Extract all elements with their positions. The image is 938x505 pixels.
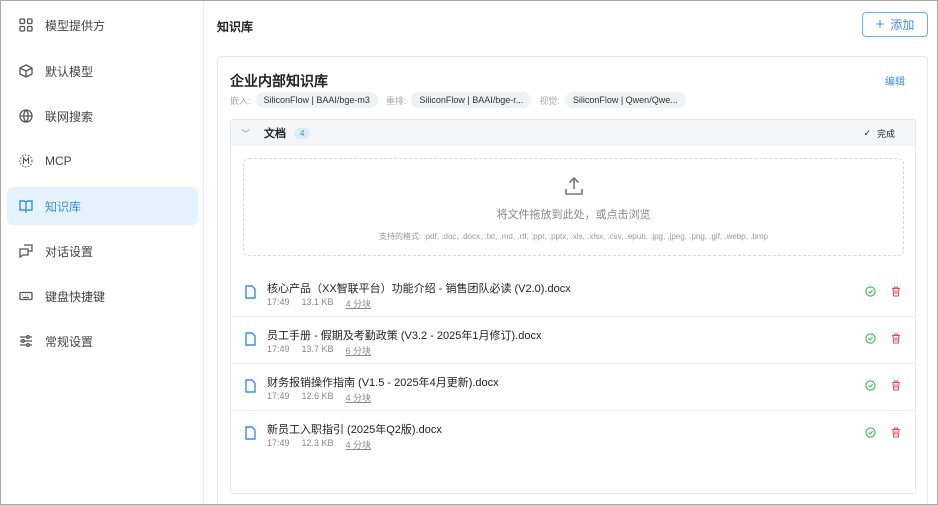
file-row: 新员工入职指引 (2025年Q2版).docx 17:49 12.3 KB 4 分块 xyxy=(231,411,915,458)
check-circle-icon xyxy=(865,380,876,391)
sliders-icon xyxy=(20,335,32,347)
documents-title: 文档 xyxy=(264,128,287,140)
file-chunks-link[interactable]: 4 分块 xyxy=(346,438,372,451)
sidebar-item-model-providers[interactable]: 模型提供方 xyxy=(7,6,198,44)
add-label: 添加 xyxy=(890,18,915,32)
file-icon xyxy=(245,332,256,346)
sidebar-item-label: MCP xyxy=(45,154,72,168)
chevron-down-icon[interactable]: ﹀ xyxy=(241,127,250,140)
plus-icon: + xyxy=(875,16,885,33)
trash-icon[interactable] xyxy=(891,286,901,297)
file-row: 财务报销操作指南 (V1.5 - 2025年4月更新).docx 17:49 12… xyxy=(231,364,915,411)
trash-icon[interactable] xyxy=(891,427,901,438)
file-name[interactable]: 财务报销操作指南 (V1.5 - 2025年4月更新).docx xyxy=(267,374,499,390)
file-name[interactable]: 核心产品（XX智联平台）功能介绍 - 销售团队必读 (V2.0).docx xyxy=(267,280,571,296)
sidebar-item-label: 联网搜索 xyxy=(45,109,94,124)
dropzone-text: 将文件拖放到此处，或点击浏览 xyxy=(496,209,651,221)
file-time: 17:49 xyxy=(267,344,290,354)
check-icon: ✓ xyxy=(863,127,871,138)
check-circle-icon xyxy=(865,286,876,297)
cube-icon xyxy=(19,64,33,78)
sidebar-item-knowledge-base[interactable]: 知识库 xyxy=(7,187,198,225)
file-row: 核心产品（XX智联平台）功能介绍 - 销售团队必读 (V2.0).docx 17… xyxy=(231,270,915,317)
file-icon xyxy=(245,426,256,440)
sidebar-item-label: 知识库 xyxy=(45,199,82,214)
file-time: 17:49 xyxy=(267,438,290,448)
file-time: 17:49 xyxy=(267,297,290,307)
sidebar-item-label: 对话设置 xyxy=(45,244,94,259)
rerank-model-tag: SiliconFlow | BAAI/bge-r... xyxy=(411,92,532,108)
globe-icon xyxy=(19,109,33,123)
file-size: 12.3 KB xyxy=(301,438,334,448)
sidebar-item-chat-settings[interactable]: 对话设置 xyxy=(7,232,198,270)
sidebar-item-general-settings[interactable]: 常规设置 xyxy=(7,322,198,360)
mcp-icon xyxy=(19,154,33,168)
sidebar-item-label: 键盘快捷键 xyxy=(45,289,106,304)
file-chunks-link[interactable]: 4 分块 xyxy=(346,391,372,404)
file-row: 员工手册 - 假期及考勤政策 (V3.2 - 2025年1月修订).docx 1… xyxy=(231,317,915,364)
rerank-label: 重排: xyxy=(385,95,407,106)
sidebar-item-web-search[interactable]: 联网搜索 xyxy=(7,97,198,135)
add-button[interactable]: + 添加 xyxy=(862,12,928,37)
file-icon xyxy=(245,285,256,299)
sidebar-item-keyboard-shortcuts[interactable]: 键盘快捷键 xyxy=(7,277,198,315)
file-name[interactable]: 员工手册 - 假期及考勤政策 (V3.2 - 2025年1月修订).docx xyxy=(267,327,541,343)
sidebar-item-label: 模型提供方 xyxy=(45,18,106,33)
file-chunks-link[interactable]: 4 分块 xyxy=(346,297,372,310)
done-label: 完成 xyxy=(876,128,895,139)
documents-header[interactable]: ﹀ 文档 4 ✓ 完成 xyxy=(231,120,915,146)
vision-label: 视觉: xyxy=(539,95,560,106)
sidebar-item-label: 默认模型 xyxy=(45,64,94,79)
file-size: 12.6 KB xyxy=(301,391,334,401)
file-name[interactable]: 新员工入职指引 (2025年Q2版).docx xyxy=(267,421,442,437)
model-tags: 嵌入: SiliconFlow | BAAI/bge-m3 重排: Silico… xyxy=(230,92,694,108)
check-circle-icon xyxy=(865,333,876,344)
file-time: 17:49 xyxy=(267,391,290,401)
trash-icon[interactable] xyxy=(891,333,901,344)
settings-window: 模型提供方 默认模型 联网搜索 MCP 知识库 对话设置 键盘快捷键 常规设置 … xyxy=(0,0,938,505)
supported-formats: 支持的格式: .pdf, .doc, .docx, .txt, .md, .rt… xyxy=(379,232,768,241)
edit-button[interactable]: 编辑 xyxy=(885,73,905,88)
sidebar-item-default-model[interactable]: 默认模型 xyxy=(7,52,198,90)
grid-icon xyxy=(19,18,33,32)
file-dropzone[interactable]: 将文件拖放到此处，或点击浏览 支持的格式: .pdf, .doc, .docx,… xyxy=(243,158,904,256)
check-circle-icon xyxy=(865,427,876,438)
file-size: 13.1 KB xyxy=(301,297,334,307)
knowledge-base-card: 企业内部知识库 编辑 嵌入: SiliconFlow | BAAI/bge-m3… xyxy=(217,56,928,504)
file-icon xyxy=(245,379,256,393)
chat-icon xyxy=(19,244,33,258)
book-icon xyxy=(19,200,33,213)
page-title: 知识库 xyxy=(217,20,254,34)
documents-section: ﹀ 文档 4 ✓ 完成 将文件拖放到此处，或点击浏览 支持的格式: .pdf, .… xyxy=(230,119,916,494)
embed-model-tag: SiliconFlow | BAAI/bge-m3 xyxy=(255,92,378,108)
embed-label: 嵌入: xyxy=(230,95,251,106)
done-button[interactable]: ✓ 完成 xyxy=(863,127,895,140)
sidebar-item-mcp[interactable]: MCP xyxy=(7,142,198,180)
documents-count-badge: 4 xyxy=(294,127,311,139)
keyboard-icon xyxy=(19,291,33,301)
vision-model-tag: SiliconFlow | Qwen/Qwe... xyxy=(564,92,686,108)
upload-icon xyxy=(564,176,583,195)
file-size: 13.7 KB xyxy=(301,344,334,354)
knowledge-base-title: 企业内部知识库 xyxy=(230,73,328,89)
file-chunks-link[interactable]: 6 分块 xyxy=(346,344,372,357)
main-panel: 知识库 + 添加 企业内部知识库 编辑 嵌入: SiliconFlow | BA… xyxy=(205,1,937,504)
trash-icon[interactable] xyxy=(891,380,901,391)
sidebar: 模型提供方 默认模型 联网搜索 MCP 知识库 对话设置 键盘快捷键 常规设置 xyxy=(1,1,204,504)
sidebar-item-label: 常规设置 xyxy=(45,334,94,349)
